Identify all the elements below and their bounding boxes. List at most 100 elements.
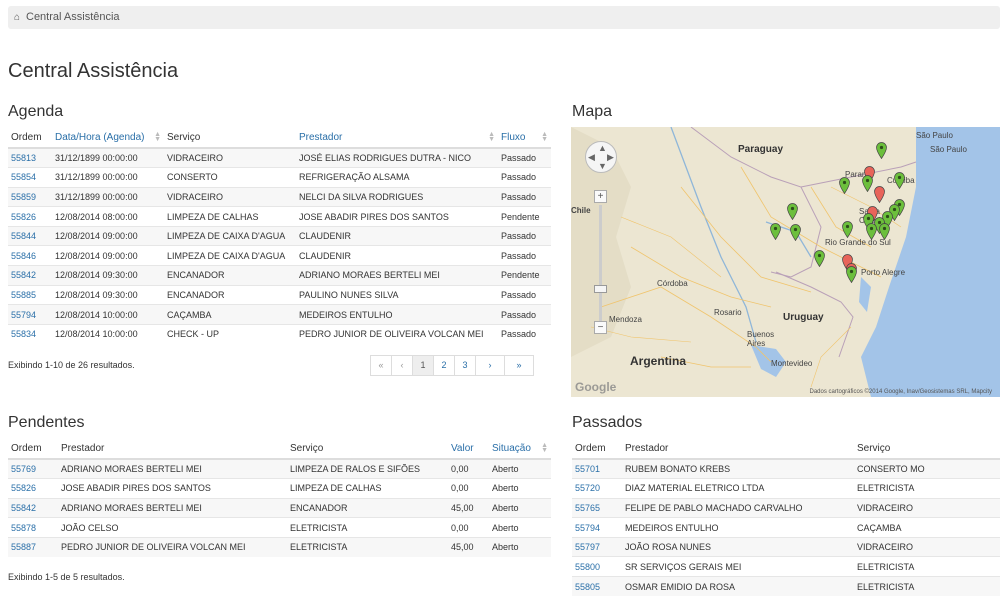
map-marker-green-icon[interactable] xyxy=(770,223,781,240)
order-link[interactable]: 55846 xyxy=(8,245,52,266)
map-marker-green-icon[interactable] xyxy=(790,224,801,241)
table-row[interactable]: 55878 JOÃO CELSO ELETRICISTA 0,00 Aberto xyxy=(8,517,551,538)
agenda-col-prestador[interactable]: Prestador ▲ ▼ xyxy=(296,127,498,149)
pager-page-2[interactable]: 2 xyxy=(433,355,455,376)
table-cell: Passado xyxy=(498,186,551,207)
table-cell: 31/12/1899 00:00:00 xyxy=(52,147,164,168)
order-link[interactable]: 55701 xyxy=(572,458,622,479)
table-cell: 12/08/2014 09:30:00 xyxy=(52,265,164,286)
agenda-col-datahora[interactable]: Data/Hora (Agenda) ▲ ▼ xyxy=(52,127,164,149)
map-label-rosario: Rosario xyxy=(714,308,742,317)
order-link[interactable]: 55813 xyxy=(8,147,52,168)
table-row[interactable]: 55854 31/12/1899 00:00:00 CONSERTO REFRIGER… xyxy=(8,167,551,188)
agenda-col-servico: Serviço xyxy=(164,127,296,149)
table-row[interactable]: 55769 ADRIANO MORAES BERTELI MEI LIMPEZA D… xyxy=(8,458,551,479)
pager-prev-button[interactable]: ‹ xyxy=(391,355,413,376)
table-row[interactable]: 55794 MEDEIROS ENTULHO CAÇAMBA xyxy=(572,517,1000,538)
map-view[interactable]: Paraguay Paraná São Paulo São Paulo Curi… xyxy=(571,127,1000,397)
table-cell: LIMPEZA DE CAIXA D'AGUA xyxy=(164,225,296,246)
zoom-rail[interactable] xyxy=(599,205,602,321)
map-marker-green-icon[interactable] xyxy=(862,175,873,192)
table-cell: ADRIANO MORAES BERTELI MEI xyxy=(58,458,287,479)
pan-down-icon[interactable]: ▼ xyxy=(598,162,607,171)
passados-col-ordem: Ordem xyxy=(572,438,622,460)
order-link[interactable]: 55805 xyxy=(572,576,622,597)
table-row[interactable]: 55800 SR SERVIÇOS GERAIS MEI ELETRICISTA xyxy=(572,556,1000,577)
table-cell: LIMPEZA DE CAIXA D'AGUA xyxy=(164,245,296,266)
pager-last-button[interactable]: » xyxy=(504,355,534,376)
table-row[interactable]: 55842 12/08/2014 09:30:00 ENCANADOR ADRIANO… xyxy=(8,265,551,286)
pager-next-button[interactable]: › xyxy=(475,355,505,376)
order-link[interactable]: 55769 xyxy=(8,458,58,479)
map-marker-green-icon[interactable] xyxy=(894,172,905,189)
order-link[interactable]: 55844 xyxy=(8,225,52,246)
order-link[interactable]: 55842 xyxy=(8,265,52,286)
order-link[interactable]: 55826 xyxy=(8,478,58,499)
zoom-out-button[interactable]: − xyxy=(594,321,607,334)
pager-page-3[interactable]: 3 xyxy=(454,355,476,376)
table-row[interactable]: 55765 FELIPE DE PABLO MACHADO CARVALHO VID… xyxy=(572,497,1000,518)
pager-page-1[interactable]: 1 xyxy=(412,355,434,376)
map-marker-green-icon[interactable] xyxy=(846,266,857,283)
map-marker-green-icon[interactable] xyxy=(839,177,850,194)
order-link[interactable]: 55794 xyxy=(8,304,52,325)
table-row[interactable]: 55805 OSMAR EMIDIO DA ROSA ELETRICISTA xyxy=(572,576,1000,597)
home-icon[interactable]: ⌂ xyxy=(14,6,24,29)
map-marker-green-icon[interactable] xyxy=(879,223,890,240)
order-link[interactable]: 55878 xyxy=(8,517,58,538)
table-row[interactable]: 55797 JOÃO ROSA NUNES VIDRACEIRO xyxy=(572,536,1000,557)
order-link[interactable]: 55854 xyxy=(8,167,52,188)
table-cell: 12/08/2014 10:00:00 xyxy=(52,304,164,325)
table-cell: LIMPEZA DE CALHAS xyxy=(287,478,448,499)
zoom-slider-handle[interactable] xyxy=(594,285,607,293)
table-row[interactable]: 55844 12/08/2014 09:00:00 LIMPEZA DE CAIXA… xyxy=(8,225,551,246)
table-cell: LIMPEZA DE CALHAS xyxy=(164,206,296,227)
table-row[interactable]: 55701 RUBEM BONATO KREBS CONSERTO MO xyxy=(572,458,1000,479)
order-link[interactable]: 55859 xyxy=(8,186,52,207)
table-row[interactable]: 55885 12/08/2014 09:30:00 ENCANADOR PAULINO… xyxy=(8,284,551,305)
order-link[interactable]: 55887 xyxy=(8,536,58,557)
table-row[interactable]: 55859 31/12/1899 00:00:00 VIDRACEIRO NELCI … xyxy=(8,186,551,207)
table-cell: SR SERVIÇOS GERAIS MEI xyxy=(622,556,854,577)
table-row[interactable]: 55794 12/08/2014 10:00:00 CAÇAMBA MEDEIROS … xyxy=(8,304,551,325)
pan-right-icon[interactable]: ▶ xyxy=(607,153,614,162)
table-row[interactable]: 55834 12/08/2014 10:00:00 CHECK - UP PEDRO … xyxy=(8,323,551,344)
map-marker-green-icon[interactable] xyxy=(866,223,877,240)
order-link[interactable]: 55834 xyxy=(8,323,52,344)
table-row[interactable]: 55826 12/08/2014 08:00:00 LIMPEZA DE CALHA… xyxy=(8,206,551,227)
order-link[interactable]: 55842 xyxy=(8,497,58,518)
pan-control[interactable]: ▲ ◀ ▶ ▼ xyxy=(585,141,617,173)
table-row[interactable]: 55813 31/12/1899 00:00:00 VIDRACEIRO JOSÉ E… xyxy=(8,147,551,168)
pager-first-button[interactable]: « xyxy=(370,355,392,376)
table-cell: JOSÉ ELIAS RODRIGUES DUTRA - NICO xyxy=(296,147,498,168)
agenda-col-fluxo[interactable]: Fluxo ▲ ▼ xyxy=(498,127,551,149)
table-row[interactable]: 55720 DIAZ MATERIAL ELETRICO LTDA ELETRICI… xyxy=(572,478,1000,499)
agenda-title: Agenda xyxy=(8,103,64,120)
table-row[interactable]: 55846 12/08/2014 09:00:00 LIMPEZA DE CAIXA… xyxy=(8,245,551,266)
table-row[interactable]: 55826 JOSE ABADIR PIRES DOS SANTOS LIMPEZA… xyxy=(8,478,551,499)
map-marker-green-icon[interactable] xyxy=(876,142,887,159)
pan-up-icon[interactable]: ▲ xyxy=(598,144,607,153)
table-cell: ELETRICISTA xyxy=(854,478,1000,499)
order-link[interactable]: 55765 xyxy=(572,497,622,518)
pendentes-header-row: Ordem Prestador Serviço Valor Situação ▲ ▼ xyxy=(8,438,551,460)
pan-left-icon[interactable]: ◀ xyxy=(588,153,595,162)
order-link[interactable]: 55826 xyxy=(8,206,52,227)
order-link[interactable]: 55794 xyxy=(572,517,622,538)
map-marker-green-icon[interactable] xyxy=(842,221,853,238)
pendentes-col-servico: Serviço xyxy=(287,438,448,460)
pendentes-col-situacao[interactable]: Situação ▲ ▼ xyxy=(489,438,551,460)
table-row[interactable]: 55887 PEDRO JUNIOR DE OLIVEIRA VOLCAN MEI… xyxy=(8,536,551,557)
map-marker-green-icon[interactable] xyxy=(814,250,825,267)
table-cell: ELETRICISTA xyxy=(854,576,1000,597)
order-link[interactable]: 55797 xyxy=(572,536,622,557)
order-link[interactable]: 55720 xyxy=(572,478,622,499)
map-marker-green-icon[interactable] xyxy=(787,203,798,220)
zoom-in-button[interactable]: + xyxy=(594,190,607,203)
map-marker-red-icon[interactable] xyxy=(874,186,885,203)
table-row[interactable]: 55842 ADRIANO MORAES BERTELI MEI ENCANADOR… xyxy=(8,497,551,518)
pendentes-col-valor[interactable]: Valor xyxy=(448,438,489,460)
map-attribution[interactable]: Dados cartográficos ©2014 Google, Inav/G… xyxy=(809,389,992,395)
order-link[interactable]: 55800 xyxy=(572,556,622,577)
order-link[interactable]: 55885 xyxy=(8,284,52,305)
